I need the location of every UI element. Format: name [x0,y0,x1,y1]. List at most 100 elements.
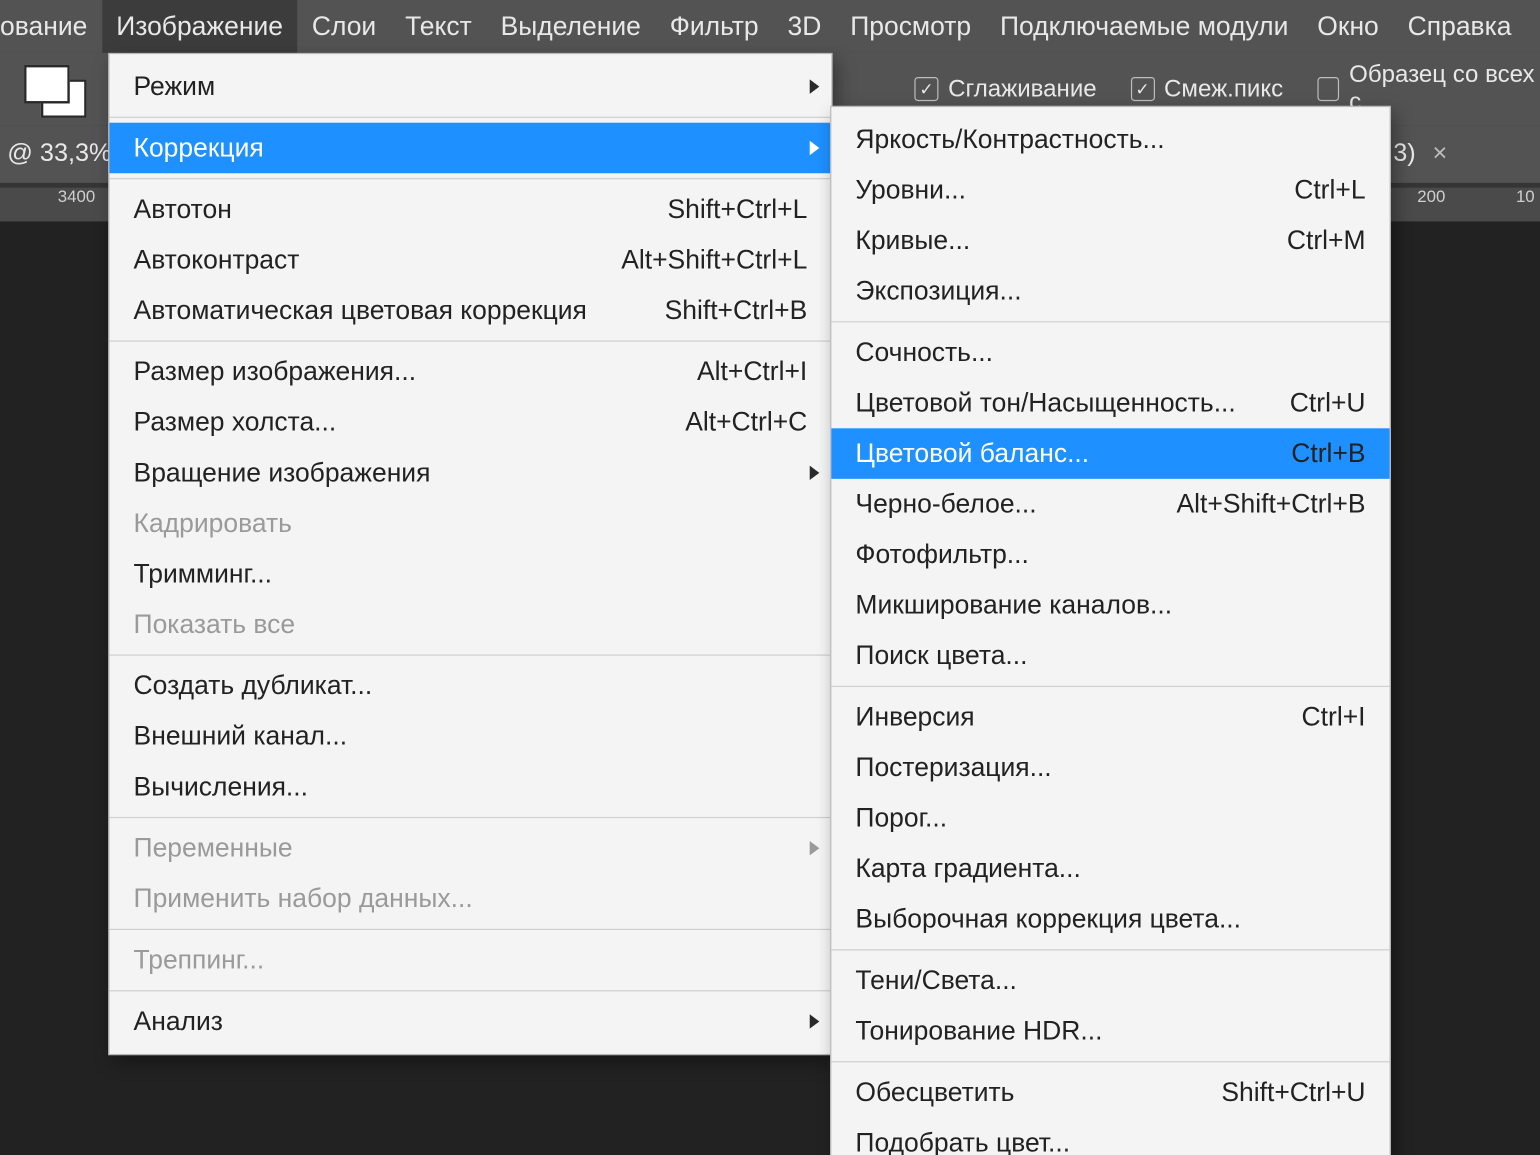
menu-item[interactable]: Размер изображения...Alt+Ctrl+I [109,347,831,398]
menu-item-label: Анализ [134,1006,223,1037]
menu-item-label: Поиск цвета... [855,640,1027,671]
menu-item[interactable]: Выборочная коррекция цвета... [831,894,1389,945]
menu-item[interactable]: Поиск цвета... [831,630,1389,681]
menu-item-label: Вращение изображения [134,457,431,488]
menu-текст[interactable]: Текст [391,0,487,53]
menu-item[interactable]: Автоматическая цветовая коррекцияShift+C… [109,285,831,336]
menu-separator [109,655,831,656]
close-tab-button[interactable]: × [1433,140,1448,169]
document-tab-suffix: 3) [1393,140,1415,169]
color-swatches[interactable] [17,60,94,118]
menu-separator [109,817,831,818]
menu-item-shortcut: Ctrl+I [1302,701,1366,732]
menu-item[interactable]: АвтоконтрастAlt+Shift+Ctrl+L [109,235,831,286]
menu-item[interactable]: Создать дубликат... [109,661,831,712]
menu-item[interactable]: Яркость/Контрастность... [831,114,1389,165]
menu-item-label: Экспозиция... [855,276,1021,307]
menu-item-label: Режим [134,71,216,102]
menu-item[interactable]: Порог... [831,793,1389,844]
menu-item-label: Тени/Света... [855,965,1017,996]
menu-item[interactable]: Тени/Света... [831,955,1389,1006]
menu-item-label: Кадрировать [134,508,292,539]
menu-item-label: Выборочная коррекция цвета... [855,904,1241,935]
menu-окно[interactable]: Окно [1303,0,1393,53]
menu-item-shortcut: Alt+Ctrl+I [697,356,807,387]
antialias-label: Сглаживание [948,75,1097,103]
menu-separator [109,929,831,930]
main-menubar[interactable]: ованиеИзображениеСлоиТекстВыделениеФильт… [0,0,1540,53]
menu-item[interactable]: Внешний канал... [109,711,831,762]
menu-item[interactable]: Вычисления... [109,762,831,813]
menu-item-label: Порог... [855,802,947,833]
menu-item[interactable]: Карта градиента... [831,843,1389,894]
menu-фильтр[interactable]: Фильтр [655,0,773,53]
menu-item[interactable]: Фотофильтр... [831,529,1389,580]
menu-item[interactable]: Подобрать цвет... [831,1118,1389,1155]
menu-item[interactable]: Тримминг... [109,549,831,600]
menu-item-shortcut: Shift+Ctrl+L [668,194,808,225]
menu-item-label: Создать дубликат... [134,670,373,701]
menu-item-label: Автотон [134,194,232,225]
menu-item-shortcut: Alt+Shift+Ctrl+L [621,244,807,275]
image-dropdown-menu[interactable]: Режим Коррекция Автотон Shift+Ctrl+L Автокон… [108,53,832,1055]
menu-item[interactable]: Цветовой тон/Насыщенность... Ctrl+U [831,378,1389,429]
menu-item-label: Показать все [134,609,296,640]
menu-item: Переменные [109,823,831,874]
menu-item[interactable]: Экспозиция... [831,266,1389,317]
menu-справка[interactable]: Справка [1393,0,1526,53]
menu-item[interactable]: Анализ [109,996,831,1047]
adjustments-submenu[interactable]: Яркость/Контрастность...Уровни...Ctrl+LК… [830,106,1391,1155]
menu-item-shortcut: Alt+Shift+Ctrl+B [1176,488,1365,519]
menu-item[interactable]: Автотон Shift+Ctrl+L [109,184,831,235]
menu-item-label: Кривые... [855,225,970,256]
menu-слои[interactable]: Слои [297,0,390,53]
menu-item[interactable]: Вращение изображения [109,448,831,499]
menu-item-label: Постеризация... [855,752,1051,783]
menu-3d[interactable]: 3D [773,0,836,53]
menu-separator [109,117,831,118]
menu-item-shortcut: Ctrl+U [1290,387,1366,418]
menu-item-label: Обесцветить [855,1077,1014,1108]
menu-item[interactable]: Цветовой баланс...Ctrl+B [831,428,1389,479]
menu-item[interactable]: Тонирование HDR... [831,1006,1389,1057]
menu-item[interactable]: Кривые... Ctrl+M [831,215,1389,266]
menu-выделение[interactable]: Выделение [486,0,655,53]
menu-item-label: Вычисления... [134,771,308,802]
menu-item[interactable]: Черно-белое...Alt+Shift+Ctrl+B [831,479,1389,530]
menu-item-label: Уровни... [855,174,966,205]
menu-item[interactable]: ИнверсияCtrl+I [831,692,1389,743]
contiguous-checkbox[interactable]: Смеж.пикс [1130,75,1283,103]
menu-separator [831,321,1389,322]
menu-separator [831,949,1389,950]
menu-ование[interactable]: ование [0,0,102,53]
menu-item-label: Внешний канал... [134,721,347,752]
menu-изображение[interactable]: Изображение [102,0,298,53]
menu-item[interactable]: Постеризация... [831,742,1389,793]
checkbox-icon [1130,77,1154,101]
menu-item-label: Автоматическая цветовая коррекция [134,295,587,326]
menu-подключаемые модули[interactable]: Подключаемые модули [986,0,1303,53]
checkbox-icon [914,77,938,101]
menu-item-shortcut: Ctrl+M [1287,225,1366,256]
menu-item-label: Цветовой баланс... [855,438,1089,469]
contiguous-label: Смеж.пикс [1164,75,1283,103]
menu-item: Кадрировать [109,498,831,549]
menu-item[interactable]: Уровни...Ctrl+L [831,165,1389,216]
menu-item-shortcut: Shift+Ctrl+U [1221,1077,1365,1108]
antialias-checkbox[interactable]: Сглаживание [914,75,1096,103]
menu-item-shortcut: Alt+Ctrl+C [685,407,807,438]
menu-item-label: Яркость/Контрастность... [855,124,1164,155]
menu-item[interactable]: Обесцветить Shift+Ctrl+U [831,1067,1389,1118]
menu-item[interactable]: Коррекция [109,123,831,174]
menu-item-label: Сочность... [855,337,993,368]
menu-item[interactable]: Размер холста...Alt+Ctrl+C [109,397,831,448]
menu-item-label: Применить набор данных... [134,883,473,914]
menu-item: Применить набор данных... [109,873,831,924]
menu-item[interactable]: Режим [109,61,831,112]
checkbox-icon [1317,77,1340,101]
menu-item-label: Цветовой тон/Насыщенность... [855,387,1235,418]
foreground-color-swatch[interactable] [24,65,70,104]
menu-item[interactable]: Сочность... [831,327,1389,378]
menu-item[interactable]: Микширование каналов... [831,580,1389,631]
menu-просмотр[interactable]: Просмотр [836,0,986,53]
